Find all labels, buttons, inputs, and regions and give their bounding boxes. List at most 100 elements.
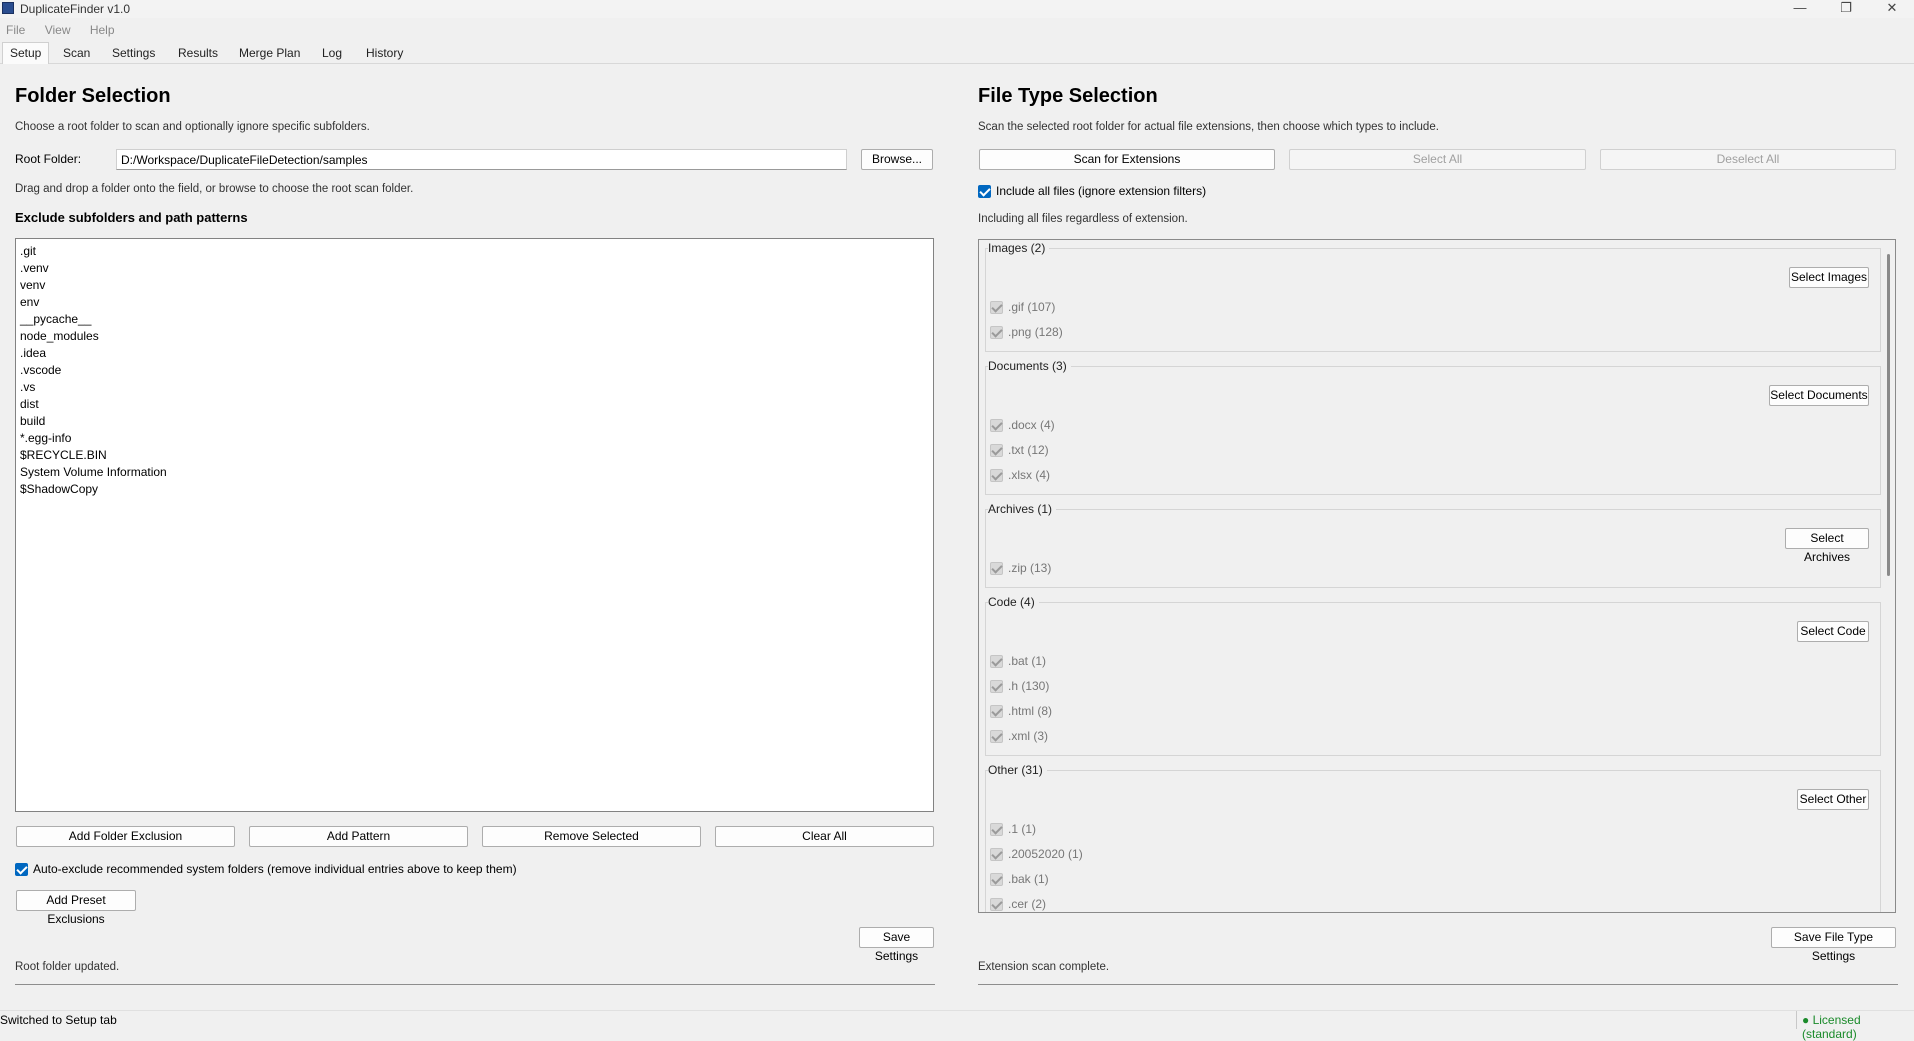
- list-item[interactable]: .vscode: [16, 362, 933, 379]
- menu-help[interactable]: Help: [90, 21, 115, 39]
- select-group-button[interactable]: Select Code: [1797, 621, 1869, 642]
- extension-checkbox[interactable]: [990, 898, 1003, 911]
- extension-checkbox[interactable]: [990, 469, 1003, 482]
- extension-label: .xml (3): [1008, 729, 1048, 743]
- list-item[interactable]: env: [16, 294, 933, 311]
- minimize-button[interactable]: —: [1778, 0, 1822, 18]
- tab-history[interactable]: History: [359, 43, 410, 64]
- close-button[interactable]: ✕: [1870, 0, 1914, 18]
- list-item[interactable]: $ShadowCopy: [16, 481, 933, 498]
- list-item[interactable]: venv: [16, 277, 933, 294]
- exclude-heading: Exclude subfolders and path patterns: [15, 210, 248, 225]
- file-type-group-title: Archives (1): [988, 502, 1057, 516]
- license-status: ● Licensed (standard): [1802, 1013, 1861, 1041]
- save-file-type-settings-button[interactable]: Save File Type Settings: [1771, 927, 1896, 963]
- folder-description: Choose a root folder to scan and optiona…: [15, 121, 370, 133]
- extension-label: .zip (13): [1008, 561, 1052, 575]
- list-item[interactable]: .vs: [16, 379, 933, 396]
- select-group-button[interactable]: Select Images: [1789, 267, 1869, 288]
- tab-settings[interactable]: Settings: [105, 43, 162, 64]
- extension-label: .20052020 (1): [1008, 847, 1083, 861]
- list-item[interactable]: $RECYCLE.BIN: [16, 447, 933, 464]
- extension-checkbox[interactable]: [990, 655, 1003, 668]
- exclusion-list[interactable]: .git .venv venv env __pycache__ node_modules.…: [15, 238, 934, 812]
- extension-checkbox[interactable]: [990, 873, 1003, 886]
- window-title: DuplicateFinder v1.0: [20, 2, 131, 16]
- select-all-button[interactable]: Select All: [1289, 149, 1586, 170]
- file-type-group-title: Other (31): [988, 763, 1047, 777]
- menu-file[interactable]: File: [6, 21, 25, 39]
- list-item[interactable]: __pycache__: [16, 311, 933, 328]
- list-item[interactable]: node_modules: [16, 328, 933, 345]
- menu-bar: File View Help: [0, 21, 1914, 39]
- tab-results[interactable]: Results: [171, 43, 225, 64]
- list-item[interactable]: build: [16, 413, 933, 430]
- title-bar: DuplicateFinder v1.0 — ❐ ✕: [0, 0, 1914, 18]
- deselect-all-button[interactable]: Deselect All: [1600, 149, 1896, 170]
- list-item[interactable]: .idea: [16, 345, 933, 362]
- panel-scrollbar[interactable]: [1887, 254, 1890, 576]
- extension-checkbox[interactable]: [990, 326, 1003, 339]
- auto-exclude-checkbox[interactable]: [15, 863, 28, 876]
- scan-extensions-button[interactable]: Scan for Extensions: [979, 149, 1275, 170]
- list-item[interactable]: *.egg-info: [16, 430, 933, 447]
- tab-setup[interactable]: Setup: [2, 42, 50, 65]
- auto-exclude-label: Auto-exclude recommended system folders …: [33, 862, 517, 876]
- file-type-description: Scan the selected root folder for actual…: [978, 121, 1439, 133]
- folder-selection-heading: Folder Selection: [15, 85, 171, 107]
- select-group-button[interactable]: Select Archives: [1785, 528, 1869, 564]
- extension-label: .docx (4): [1008, 418, 1055, 432]
- file-type-group-title: Images (2): [988, 241, 1050, 255]
- extension-label: .txt (12): [1008, 443, 1049, 457]
- file-type-group: [985, 509, 1881, 588]
- add-folder-exclusion-button[interactable]: Add Folder Exclusion: [16, 826, 235, 847]
- tab-merge-plan[interactable]: Merge Plan: [232, 43, 307, 64]
- remove-selected-button[interactable]: Remove Selected: [482, 826, 701, 847]
- clear-all-button[interactable]: Clear All: [715, 826, 934, 847]
- extension-checkbox[interactable]: [990, 419, 1003, 432]
- file-type-group: [985, 248, 1881, 352]
- file-type-panel: Images (2) Select Images .gif (107) .png (1…: [978, 239, 1896, 913]
- save-settings-button[interactable]: Save Settings: [859, 927, 934, 963]
- extension-label: .h (130): [1008, 679, 1050, 693]
- extension-label: .cer (2): [1008, 897, 1047, 911]
- extension-checkbox[interactable]: [990, 680, 1003, 693]
- include-all-label: Include all files (ignore extension filt…: [996, 184, 1207, 198]
- list-item[interactable]: System Volume Information: [16, 464, 933, 481]
- file-type-heading: File Type Selection: [978, 85, 1158, 107]
- list-item[interactable]: dist: [16, 396, 933, 413]
- extension-label: .png (128): [1008, 325, 1063, 339]
- browse-button[interactable]: Browse...: [861, 149, 933, 170]
- include-all-hint: Including all files regardless of extens…: [978, 213, 1188, 225]
- select-group-button[interactable]: Select Documents: [1769, 385, 1869, 406]
- file-type-group: [985, 602, 1881, 756]
- maximize-button[interactable]: ❐: [1824, 0, 1868, 18]
- extension-checkbox[interactable]: [990, 444, 1003, 457]
- file-type-group: [985, 770, 1881, 912]
- menu-view[interactable]: View: [45, 21, 71, 39]
- include-all-checkbox[interactable]: [978, 185, 991, 198]
- extension-checkbox[interactable]: [990, 848, 1003, 861]
- tab-log[interactable]: Log: [315, 43, 349, 64]
- file-type-status-separator: [978, 984, 1898, 985]
- select-group-button[interactable]: Select Other: [1797, 789, 1869, 810]
- folder-status: Root folder updated.: [15, 961, 120, 973]
- extension-label: .1 (1): [1008, 822, 1037, 836]
- tab-bar: Setup Scan Settings Results Merge Plan L…: [0, 42, 1914, 65]
- extension-checkbox[interactable]: [990, 823, 1003, 836]
- extension-label: .html (8): [1008, 704, 1053, 718]
- add-pattern-button[interactable]: Add Pattern: [249, 826, 468, 847]
- folder-status-separator: [15, 984, 935, 985]
- root-folder-input[interactable]: D:/Workspace/DuplicateFileDetection/samp…: [116, 149, 847, 170]
- list-item[interactable]: .git: [16, 243, 933, 260]
- add-preset-exclusions-button[interactable]: Add Preset Exclusions: [16, 890, 136, 926]
- file-type-group: [985, 366, 1881, 495]
- setup-tab-content: Folder Selection Choose a root folder to…: [0, 64, 1914, 1006]
- extension-checkbox[interactable]: [990, 301, 1003, 314]
- extension-checkbox[interactable]: [990, 705, 1003, 718]
- status-message: Switched to Setup tab: [0, 1013, 117, 1027]
- list-item[interactable]: .venv: [16, 260, 933, 277]
- extension-checkbox[interactable]: [990, 562, 1003, 575]
- extension-checkbox[interactable]: [990, 730, 1003, 743]
- tab-scan[interactable]: Scan: [56, 43, 97, 64]
